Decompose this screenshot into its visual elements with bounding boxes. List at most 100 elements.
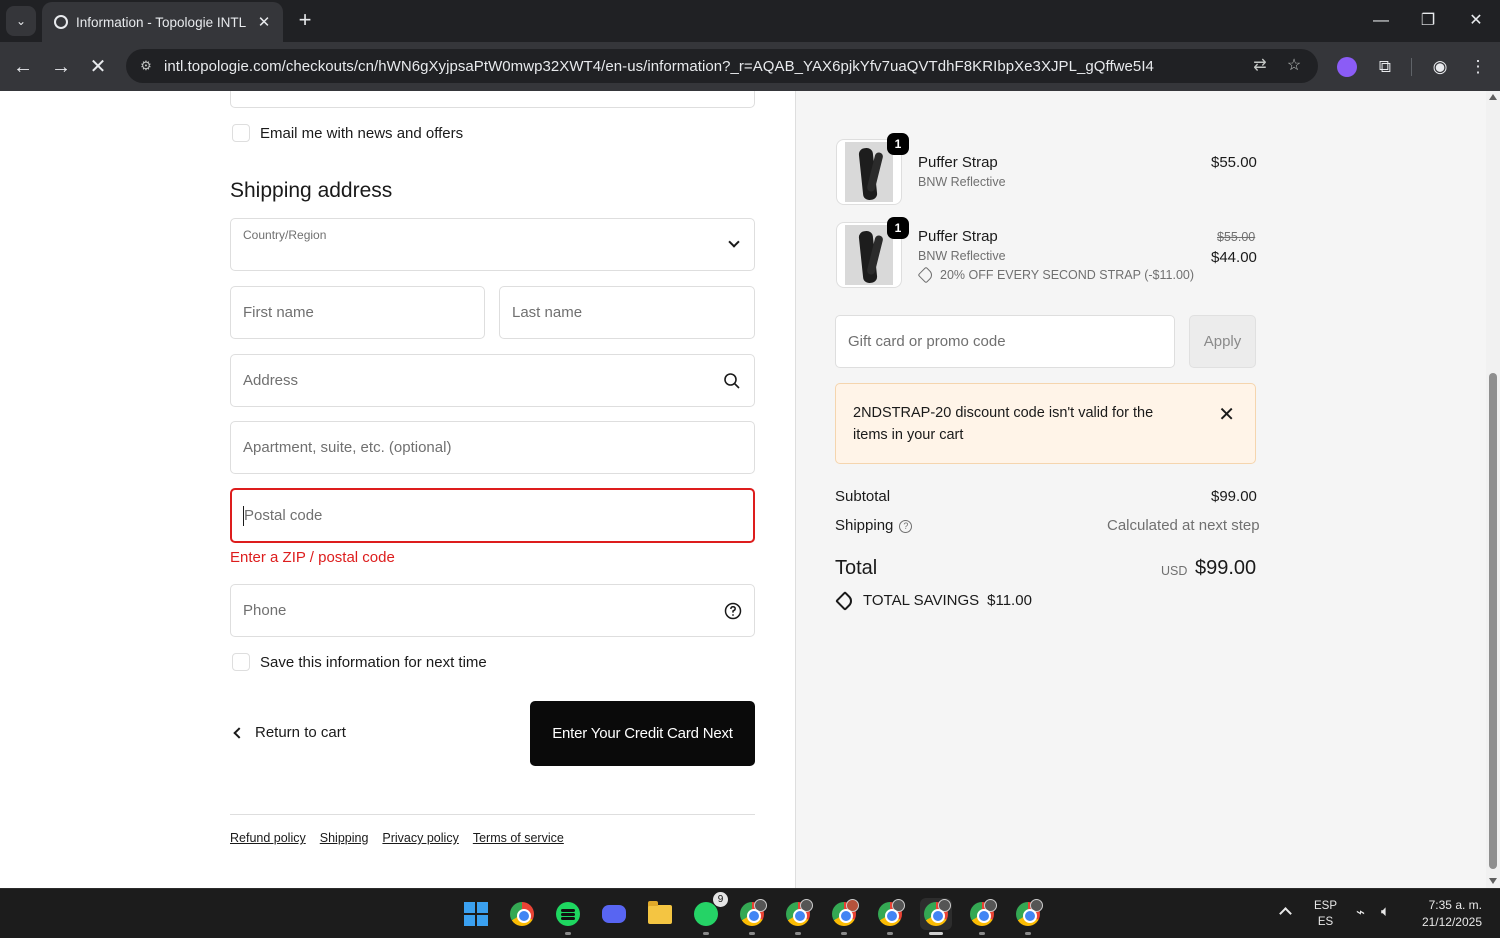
item-name: Puffer Strap — [918, 154, 998, 171]
profile-icon[interactable]: ◉ — [1426, 53, 1454, 81]
bookmark-star-icon[interactable]: ☆ — [1282, 54, 1306, 78]
taskbar-chrome-profile[interactable] — [1012, 898, 1044, 935]
taskbar-chrome-profile[interactable] — [874, 898, 906, 935]
tab-search-button[interactable]: ⌄ — [6, 6, 36, 36]
language-code: ESP — [1314, 900, 1338, 912]
scrollbar-thumb[interactable] — [1489, 373, 1497, 869]
page-scrollbar[interactable] — [1486, 91, 1500, 888]
savings-label: TOTAL SAVINGS — [863, 592, 980, 609]
item-variant: BNW Reflective — [918, 249, 1006, 263]
phone-field[interactable]: Phone — [230, 584, 755, 637]
windows-taskbar: 9 ESP ES ⌁ 🔈︎ 7:35 a. m. 21/12/2025 — [0, 888, 1500, 938]
checkout-page: Email me with news and offers Shipping a… — [0, 91, 1500, 888]
chrome-icon — [786, 899, 813, 926]
help-icon[interactable]: ? — [899, 519, 913, 533]
active-tab[interactable]: Information - Topologie INTL - C ✕ — [42, 2, 283, 42]
shipping-label: Shipping — [835, 517, 894, 534]
toolbar-divider — [1411, 58, 1412, 76]
refund-policy-link[interactable]: Refund policy — [230, 831, 306, 845]
minimize-button[interactable]: — — [1366, 8, 1396, 34]
chrome-icon — [924, 899, 951, 926]
postal-code-placeholder: Postal code — [244, 507, 323, 524]
show-hidden-icons-button[interactable] — [1279, 907, 1292, 920]
input-language-indicator[interactable]: ESP ES — [1314, 898, 1337, 930]
chrome-icon — [1016, 899, 1043, 926]
scroll-up-icon[interactable] — [1489, 94, 1497, 100]
taskbar-whatsapp[interactable]: 9 — [690, 892, 728, 935]
browser-tab-bar: ⌄ Information - Topologie INTL - C ✕ + —… — [0, 0, 1500, 42]
last-name-field[interactable]: Last name — [499, 286, 755, 339]
quantity-badge: 1 — [887, 133, 909, 155]
start-button[interactable] — [460, 898, 492, 930]
windows-logo-icon — [464, 902, 488, 926]
extensions-puzzle-icon[interactable]: ⧉ — [1371, 53, 1399, 81]
translate-icon[interactable]: ⇄ — [1248, 54, 1272, 78]
first-name-placeholder: First name — [243, 304, 314, 321]
taskbar-chrome[interactable] — [506, 898, 538, 930]
item-price: $55.00 — [1211, 154, 1257, 171]
item-original-price: $55.00 — [1217, 230, 1256, 244]
shipping-value: Calculated at next step — [1107, 517, 1260, 534]
tab-close-icon[interactable]: ✕ — [255, 13, 273, 31]
shipping-policy-link[interactable]: Shipping — [320, 831, 369, 845]
tab-title: Information - Topologie INTL - C — [76, 14, 249, 30]
back-button[interactable]: ← — [8, 52, 38, 82]
system-clock[interactable]: 7:35 a. m. 21/12/2025 — [1412, 897, 1482, 931]
chrome-icon — [970, 899, 997, 926]
url-text[interactable]: intl.topologie.com/checkouts/cn/hWN6gXyj… — [164, 58, 1154, 75]
taskbar-chrome-profile-active[interactable] — [920, 898, 952, 935]
item-price: $44.00 — [1211, 249, 1257, 266]
footer-links: Refund policy Shipping Privacy policy Te… — [230, 831, 564, 845]
savings-value: $11.00 — [987, 592, 1032, 609]
taskbar-discord[interactable] — [598, 898, 630, 930]
search-icon[interactable] — [723, 372, 741, 390]
keyboard-layout-code: ES — [1317, 916, 1334, 928]
volume-icon[interactable]: 🔈︎ — [1381, 903, 1390, 920]
address-field[interactable]: Address — [230, 354, 755, 407]
restore-button[interactable]: ❐ — [1413, 8, 1443, 34]
taskbar-file-explorer[interactable] — [644, 898, 676, 930]
notice-text: 2NDSTRAP-20 discount code isn't valid fo… — [853, 405, 1154, 443]
clock-time: 7:35 a. m. — [1428, 898, 1482, 912]
extension-icon[interactable] — [1337, 57, 1357, 77]
forward-button[interactable]: → — [46, 52, 76, 82]
browser-menu-icon[interactable]: ⋮ — [1464, 53, 1492, 81]
network-icon[interactable]: ⌁ — [1356, 903, 1365, 921]
tag-icon — [835, 590, 855, 611]
apply-button[interactable]: Apply — [1189, 315, 1256, 368]
quantity-badge: 1 — [887, 217, 909, 239]
email-optin-label: Email me with news and offers — [260, 125, 464, 142]
taskbar-chrome-profile[interactable] — [828, 898, 860, 935]
postal-code-field[interactable]: Postal code — [230, 488, 755, 543]
terms-of-service-link[interactable]: Terms of service — [473, 831, 564, 845]
continue-button[interactable]: Enter Your Credit Card Next — [530, 701, 755, 766]
apartment-field[interactable]: Apartment, suite, etc. (optional) — [230, 421, 755, 474]
subtotal-value: $99.00 — [1211, 488, 1257, 505]
site-favicon-icon — [54, 15, 68, 29]
site-info-icon[interactable]: ⚙ — [134, 54, 158, 78]
close-icon[interactable]: ✕ — [1218, 402, 1235, 427]
stop-loading-button[interactable]: ✕ — [83, 52, 113, 82]
shipping-label-row: Shipping? — [835, 517, 913, 534]
country-select[interactable]: Country/Region — [230, 218, 755, 271]
subtotal-label: Subtotal — [835, 488, 891, 505]
privacy-policy-link[interactable]: Privacy policy — [382, 831, 458, 845]
first-name-field[interactable]: First name — [230, 286, 485, 339]
taskbar-spotify[interactable] — [552, 898, 584, 935]
new-tab-button[interactable]: + — [292, 8, 318, 34]
scroll-down-icon[interactable] — [1489, 878, 1497, 884]
save-info-checkbox[interactable] — [232, 653, 250, 671]
email-field[interactable] — [230, 91, 755, 108]
promo-code-input[interactable]: Gift card or promo code — [835, 315, 1175, 368]
close-window-button[interactable]: ✕ — [1461, 8, 1491, 34]
taskbar-chrome-profile[interactable] — [782, 898, 814, 935]
help-icon[interactable] — [724, 602, 742, 620]
country-label: Country/Region — [243, 228, 327, 242]
email-optin-checkbox[interactable] — [232, 124, 250, 142]
item-discount: 20% OFF EVERY SECOND STRAP (-$11.00) — [917, 266, 1194, 284]
taskbar-chrome-profile[interactable] — [966, 898, 998, 935]
return-to-cart-link[interactable]: Return to cart — [232, 724, 346, 741]
last-name-placeholder: Last name — [512, 304, 583, 321]
address-bar[interactable]: ⚙ intl.topologie.com/checkouts/cn/hWN6gX… — [126, 49, 1318, 83]
taskbar-chrome-profile[interactable] — [736, 898, 768, 935]
